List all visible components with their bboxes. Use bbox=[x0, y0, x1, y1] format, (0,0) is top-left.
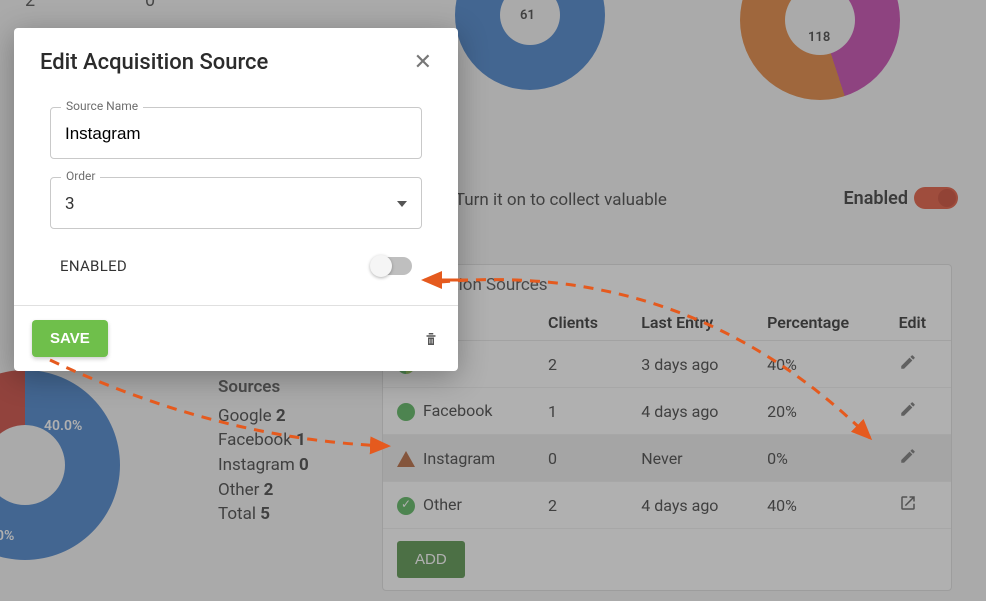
order-field[interactable]: Order 3 bbox=[50, 177, 422, 229]
order-label: Order bbox=[61, 169, 100, 183]
chevron-down-icon bbox=[397, 201, 407, 207]
enabled-toggle[interactable] bbox=[372, 257, 412, 275]
enabled-label: ENABLED bbox=[60, 257, 127, 275]
save-button[interactable]: SAVE bbox=[32, 320, 108, 357]
delete-icon[interactable] bbox=[422, 329, 440, 349]
modal-title: Edit Acquisition Source bbox=[40, 50, 268, 75]
source-name-field[interactable]: Source Name bbox=[50, 107, 422, 159]
source-name-label: Source Name bbox=[61, 99, 143, 113]
source-name-input[interactable] bbox=[65, 124, 407, 144]
close-icon[interactable]: ✕ bbox=[414, 52, 432, 74]
edit-source-modal: Edit Acquisition Source ✕ Source Name Or… bbox=[14, 28, 458, 371]
order-select[interactable]: 3 bbox=[65, 194, 397, 214]
